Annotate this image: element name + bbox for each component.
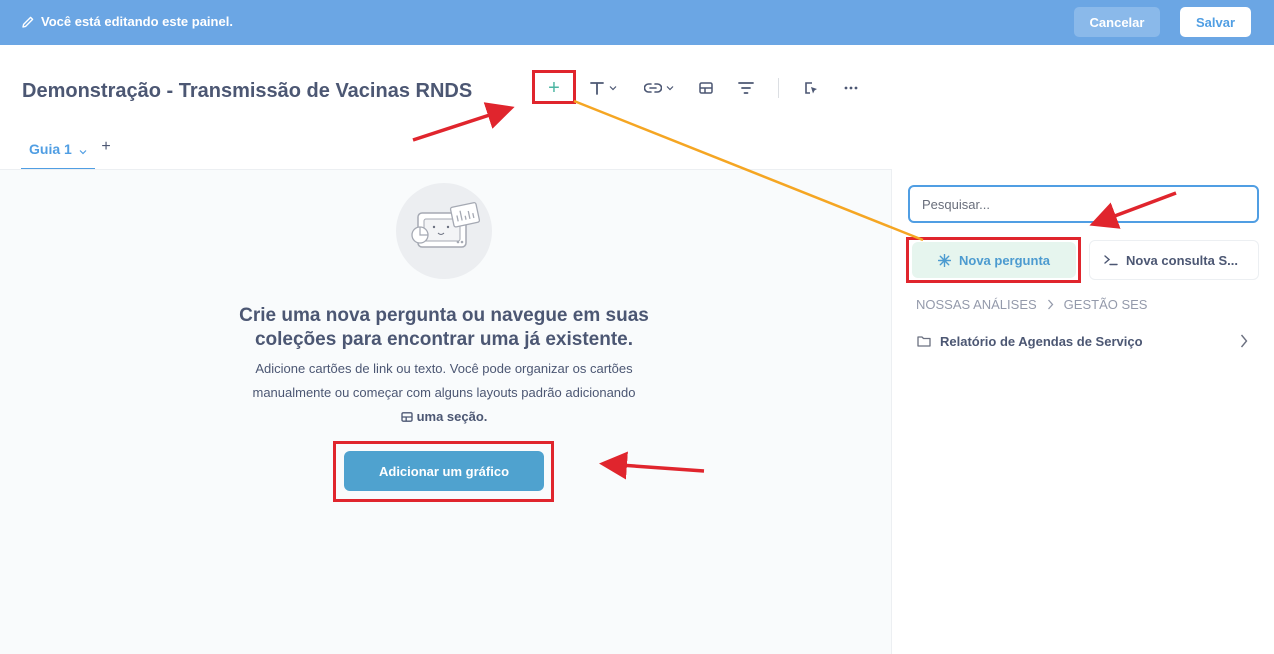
chevron-right-icon [1047, 299, 1054, 310]
add-section-link[interactable]: uma seção. [417, 409, 488, 424]
edit-mode-message: Você está editando este painel. [41, 14, 233, 29]
empty-state-title: Crie uma nova pergunta ou navegue em sua… [239, 305, 649, 350]
click-behavior-icon [805, 82, 817, 94]
text-icon [590, 82, 604, 95]
breadcrumb-item[interactable]: NOSSAS ANÁLISES [916, 297, 1037, 312]
new-question-label: Nova pergunta [958, 252, 1050, 268]
breadcrumb: NOSSAS ANÁLISES GESTÃO SES [916, 297, 1147, 312]
annotation-highlight-box [532, 70, 576, 104]
chevron-down-icon [79, 150, 87, 155]
action-button[interactable] [801, 76, 821, 100]
add-link-button[interactable] [641, 76, 677, 100]
add-tab-button[interactable]: + [99, 139, 113, 155]
terminal-icon [1104, 255, 1118, 266]
annotation-arrow-red [412, 102, 515, 142]
new-sql-query-button[interactable]: Nova consulta S... [1089, 240, 1259, 280]
list-item-label: Relatório de Agendas de Serviço [940, 334, 1143, 349]
tab-menu-chevron[interactable] [79, 143, 87, 161]
save-button[interactable]: Salvar [1180, 7, 1251, 37]
chevron-down-icon [609, 86, 617, 91]
empty-dashboard-illustration [396, 183, 492, 279]
new-sql-query-label: Nova consulta S... [1126, 252, 1238, 268]
empty-state-description-text: Adicione cartões de link ou texto. Você … [252, 361, 636, 400]
search-input[interactable] [908, 185, 1259, 223]
tab-label: Guia 1 [29, 141, 72, 157]
empty-state-description: Adicione cartões de link ou texto. Você … [230, 357, 658, 429]
ellipsis-icon [844, 86, 858, 90]
pencil-icon [22, 16, 34, 28]
section-layout-icon [400, 412, 413, 422]
link-icon [644, 83, 662, 93]
list-item[interactable]: Relatório de Agendas de Serviço [914, 330, 1252, 354]
sparkle-icon [937, 253, 951, 267]
edit-mode-banner: Você está editando este painel. Cancelar… [0, 0, 1274, 45]
dashboard-title[interactable]: Demonstração - Transmissão de Vacinas RN… [22, 80, 472, 103]
chevron-down-icon [666, 86, 674, 91]
section-layout-icon [699, 82, 713, 94]
toolbar-divider [778, 78, 779, 98]
folder-icon [917, 336, 931, 347]
add-section-button[interactable] [696, 76, 716, 100]
chevron-right-icon [1240, 334, 1248, 348]
add-chart-button[interactable]: Adicionar um gráfico [344, 451, 544, 491]
more-options-button[interactable] [841, 76, 861, 100]
new-question-button[interactable]: Nova pergunta [912, 242, 1076, 278]
filter-icon [738, 82, 754, 94]
breadcrumb-item[interactable]: GESTÃO SES [1064, 297, 1148, 312]
add-filter-button[interactable] [736, 76, 756, 100]
add-text-button[interactable] [586, 76, 620, 100]
cancel-button[interactable]: Cancelar [1074, 7, 1160, 37]
dashboard-illustration-icon [411, 202, 481, 248]
tab-guia-1[interactable]: Guia 1 [21, 129, 95, 170]
